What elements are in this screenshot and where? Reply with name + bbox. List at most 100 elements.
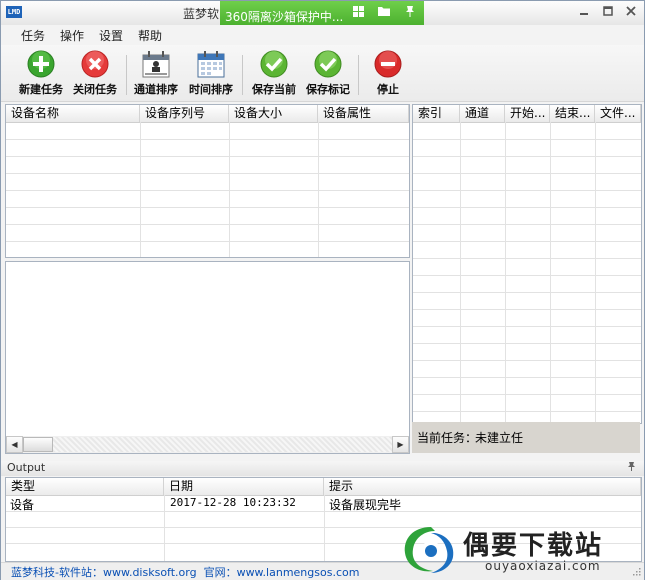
save-current-button[interactable]: 保存当前 [250,49,298,97]
minimize-icon[interactable] [574,4,594,20]
close-icon[interactable] [621,4,641,20]
close-task-button[interactable]: 关闭任务 [71,49,119,97]
scroll-left-icon[interactable]: ◀ [6,436,23,453]
grid-line [413,258,641,259]
horizontal-scrollbar[interactable]: ◀ ▶ [6,436,409,453]
title-bar[interactable]: LMD 蓝梦软 360隔离沙箱保护中... [1,1,644,28]
menu-item-task[interactable]: 任务 [21,27,45,44]
grid-line [413,360,641,361]
column-header-file[interactable]: 文件... [595,105,641,122]
grid-line [413,411,641,412]
grid-line [413,309,641,310]
watermark-name: 偶要下载站 [463,531,604,561]
add-icon [26,49,56,79]
stop-button[interactable]: 停止 [366,49,410,97]
output-type-cell: 设备 [10,498,35,512]
output-titlebar: Output [1,461,644,476]
output-message-cell: 设备展现完毕 [329,498,402,512]
pin-icon[interactable] [400,5,420,23]
grid-line [6,173,409,174]
resize-grip-icon[interactable] [631,565,641,576]
toolbar-separator [242,55,243,95]
grid-line [413,207,641,208]
grid-line [413,292,641,293]
device-table[interactable]: 设备名称 设备序列号 设备大小 设备属性 [5,104,410,258]
current-task-value: 未建立任 [475,431,524,445]
site-watermark: 偶要下载站 ouyaoxiazai.com [401,521,641,577]
channel-sort-label: 通道排序 [134,83,178,96]
grid-line [413,343,641,344]
check-icon [313,49,343,79]
channel-sort-icon [141,49,171,79]
scrollbar-track[interactable] [53,437,392,452]
column-header-date[interactable]: 日期 [164,478,324,495]
grid-line [413,190,641,191]
column-header-channel[interactable]: 通道 [460,105,505,122]
output-table-header: 类型 日期 提示 [6,478,641,496]
task-table[interactable]: 索引 通道 开始... 结束... 文件... [412,104,642,424]
toolbar-separator [358,55,359,95]
sandbox-banner: 360隔离沙箱保护中... [220,1,424,28]
output-title: Output [7,461,46,474]
grid-line [413,139,641,140]
windows-icon[interactable] [348,5,368,23]
watermark-url: ouyaoxiazai.com [485,559,601,573]
save-mark-button[interactable]: 保存标记 [304,49,352,97]
maximize-icon[interactable] [598,4,618,20]
calendar-icon [196,49,226,79]
new-task-button[interactable]: 新建任务 [17,49,65,97]
detail-view-panel[interactable]: ◀ ▶ [5,261,410,454]
task-table-header: 索引 通道 开始... 结束... 文件... [413,105,641,123]
column-header-start[interactable]: 开始... [505,105,550,122]
toolbar: 新建任务 关闭任务 通道排序 时间排序 保存当前 保存标记 停止 [1,45,644,102]
current-task-panel: 当前任务： 未建立任 [412,422,640,453]
grid-line [6,241,409,242]
grid-line [6,139,409,140]
time-sort-label: 时间排序 [189,83,233,96]
column-header-index[interactable]: 索引 [413,105,460,122]
column-header-type[interactable]: 类型 [6,478,164,495]
output-date-cell: 2017-12-28 10:23:32 [170,496,296,509]
current-task-label: 当前任务： [417,431,478,445]
grid-line [6,224,409,225]
grid-line [413,156,641,157]
menu-item-settings[interactable]: 设置 [99,27,123,44]
window-title: 蓝梦软 [183,7,220,21]
new-task-label: 新建任务 [19,83,63,96]
grid-line [413,173,641,174]
sandbox-status-text: 360隔离沙箱保护中... [225,10,344,24]
grid-line [6,511,641,512]
save-mark-label: 保存标记 [306,83,350,96]
column-header-device-name[interactable]: 设备名称 [6,105,140,122]
device-table-header: 设备名称 设备序列号 设备大小 设备属性 [6,105,409,123]
column-header-message[interactable]: 提示 [324,478,641,495]
check-icon [259,49,289,79]
column-header-end[interactable]: 结束... [550,105,595,122]
menu-item-help[interactable]: 帮助 [138,27,162,44]
column-header-size[interactable]: 设备大小 [229,105,318,122]
scroll-right-icon[interactable]: ▶ [392,436,409,453]
column-header-attributes[interactable]: 设备属性 [318,105,409,122]
grid-line [413,377,641,378]
grid-line [6,190,409,191]
table-row[interactable]: 设备 2017-12-28 10:23:32 设备展现完毕 [6,495,641,512]
menu-bar: 任务 操作 设置 帮助 [1,25,644,45]
column-header-serial[interactable]: 设备序列号 [140,105,229,122]
toolbar-separator [126,55,127,95]
footer-links[interactable]: 蓝梦科技-软件站：www.disksoft.org 官网：www.lanmeng… [11,564,359,580]
grid-line [6,156,409,157]
watermark-logo-icon [404,527,454,573]
grid-line [413,326,641,327]
app-icon: LMD [6,6,22,18]
menu-item-operation[interactable]: 操作 [60,27,84,44]
scrollbar-thumb[interactable] [23,437,53,452]
application-window: LMD 蓝梦软 360隔离沙箱保护中... 任务 操作 设置 帮助 新建任务 关… [0,0,645,580]
grid-line [413,224,641,225]
time-sort-button[interactable]: 时间排序 [187,49,235,97]
close-task-label: 关闭任务 [73,83,117,96]
grid-line [413,241,641,242]
folder-icon[interactable] [374,5,394,23]
channel-sort-button[interactable]: 通道排序 [132,49,180,97]
save-current-label: 保存当前 [252,83,296,96]
pin-icon[interactable] [627,461,636,475]
